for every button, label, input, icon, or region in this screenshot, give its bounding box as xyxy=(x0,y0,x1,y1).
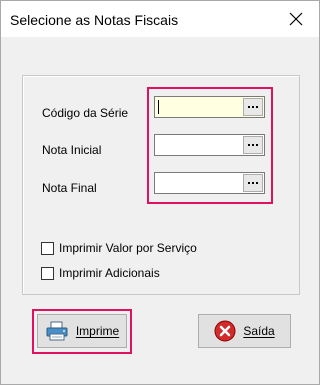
title-bar: Selecione as Notas Fiscais xyxy=(1,1,319,37)
print-button-label: Imprime xyxy=(75,324,120,338)
print-additionals-label: Imprimir Adicionais xyxy=(59,266,160,280)
dialog-window: Selecione as Notas Fiscais Código da Sér… xyxy=(0,0,320,385)
print-service-value-checkbox[interactable]: Imprimir Valor por Serviço xyxy=(41,241,197,255)
final-note-label: Nota Final xyxy=(42,181,97,195)
checkbox-box[interactable] xyxy=(41,241,54,255)
close-button[interactable] xyxy=(279,5,313,33)
exit-button[interactable]: Saída xyxy=(198,314,291,348)
checkbox-box[interactable] xyxy=(41,266,54,280)
window-title: Selecione as Notas Fiscais xyxy=(10,12,179,28)
printer-icon xyxy=(46,321,68,341)
print-service-value-label: Imprimir Valor por Serviço xyxy=(59,241,197,255)
serie-code-label: Código da Série xyxy=(42,106,129,120)
exit-x-icon xyxy=(214,320,236,342)
fields-highlight-frame xyxy=(147,87,273,204)
exit-button-label: Saída xyxy=(243,324,275,338)
print-button[interactable]: Imprime xyxy=(37,314,127,348)
initial-note-label: Nota Inicial xyxy=(42,143,102,157)
print-additionals-checkbox[interactable]: Imprimir Adicionais xyxy=(41,266,160,280)
close-icon xyxy=(289,12,303,26)
